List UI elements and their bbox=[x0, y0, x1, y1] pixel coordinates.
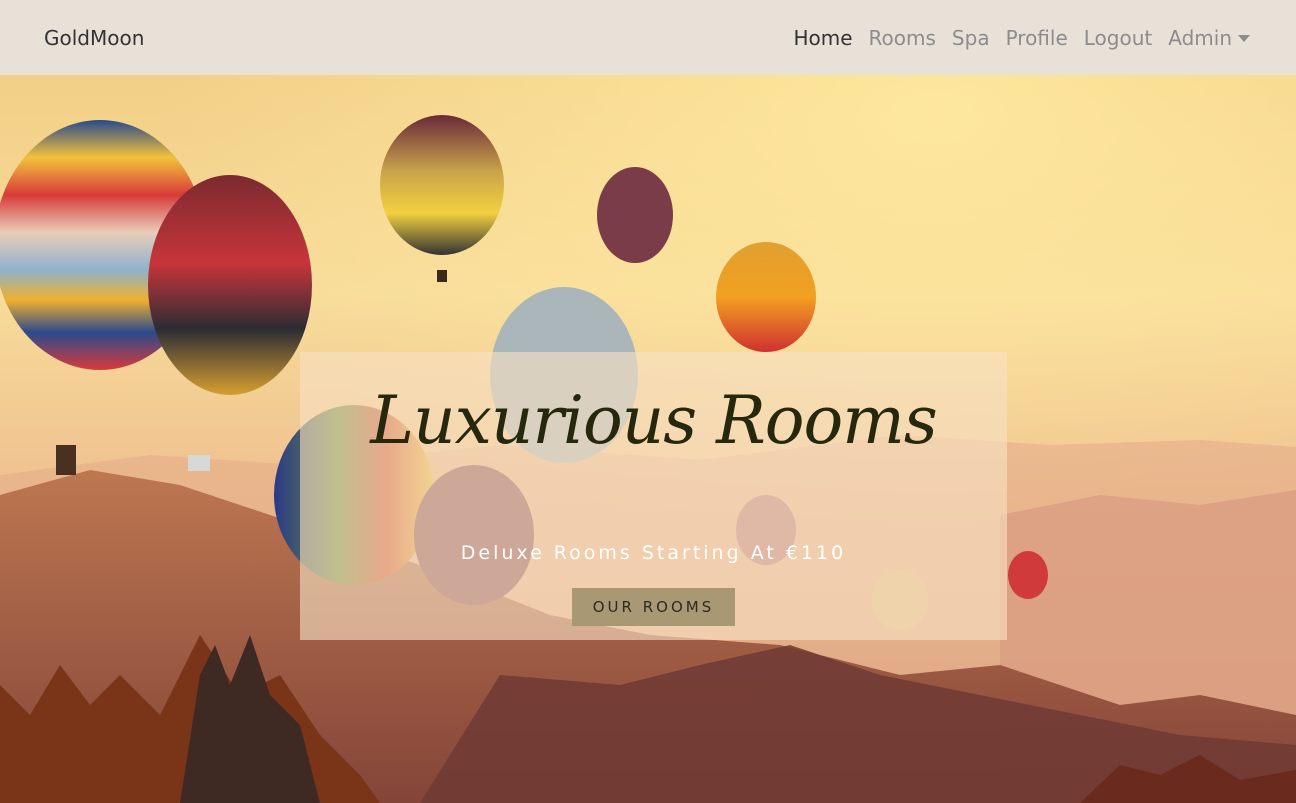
hero-subtitle: Deluxe Rooms Starting At €110 bbox=[460, 542, 847, 564]
our-rooms-button[interactable]: OUR ROOMS bbox=[572, 588, 735, 626]
caret-down-icon bbox=[1238, 35, 1250, 42]
admin-dropdown[interactable]: Admin bbox=[1160, 26, 1258, 50]
nav-link-rooms[interactable]: Rooms bbox=[861, 26, 944, 50]
hero-caption: Luxurious Rooms Deluxe Rooms Starting At… bbox=[300, 352, 1007, 640]
hero-title: Luxurious Rooms bbox=[370, 382, 937, 459]
navbar: GoldMoon Home Rooms Spa Profile Logout A… bbox=[0, 0, 1296, 75]
nav-link-spa[interactable]: Spa bbox=[944, 26, 998, 50]
nav-link-profile[interactable]: Profile bbox=[998, 26, 1076, 50]
nav-link-logout[interactable]: Logout bbox=[1076, 26, 1160, 50]
nav-links: Home Rooms Spa Profile Logout Admin bbox=[785, 26, 1258, 50]
hero-section: Luxurious Rooms Deluxe Rooms Starting At… bbox=[0, 75, 1296, 803]
brand-logo[interactable]: GoldMoon bbox=[44, 26, 144, 50]
nav-link-home[interactable]: Home bbox=[785, 26, 860, 50]
admin-dropdown-label: Admin bbox=[1168, 25, 1232, 50]
